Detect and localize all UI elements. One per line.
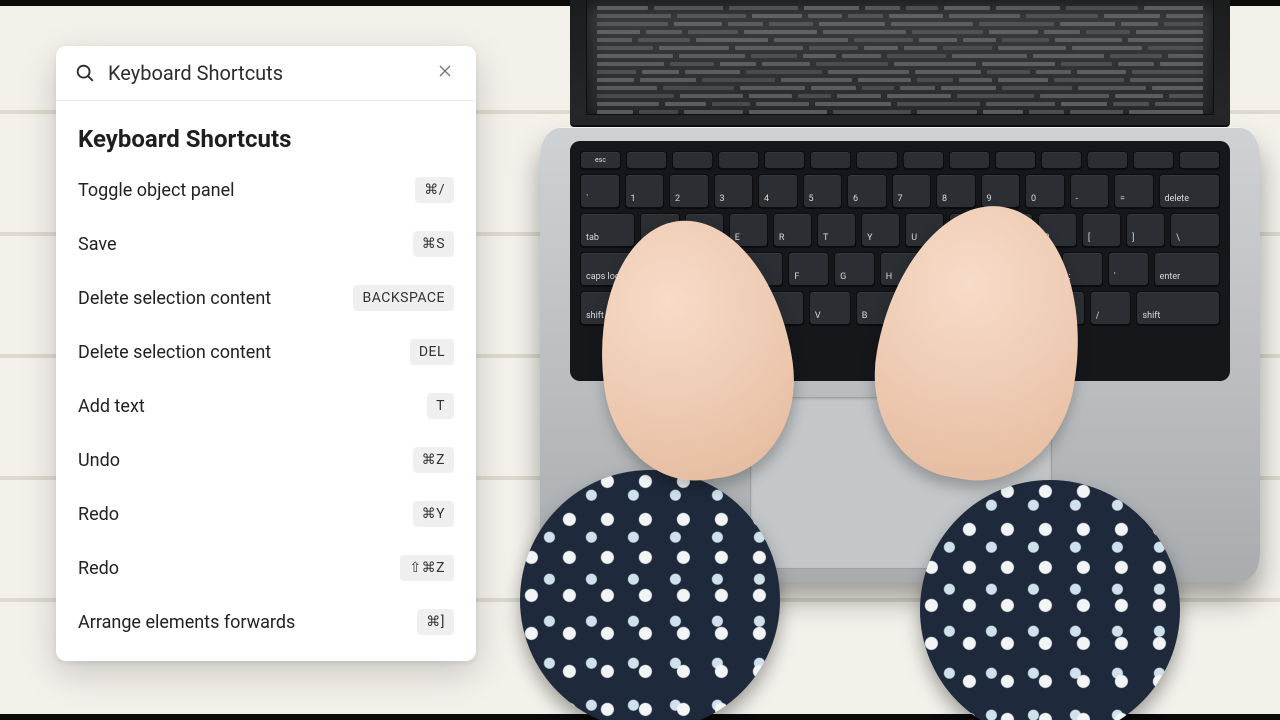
key: 7 <box>892 174 932 208</box>
key <box>626 151 667 169</box>
key: Y <box>861 213 900 247</box>
shortcut-row: Undo ⌘Z <box>78 433 454 487</box>
shortcut-label: Toggle object panel <box>78 180 235 201</box>
key: 1 <box>625 174 665 208</box>
shortcut-keys: BACKSPACE <box>353 285 454 311</box>
key: ' <box>1108 252 1149 286</box>
shortcut-row: Redo ⌘Y <box>78 487 454 541</box>
shortcut-label: Redo <box>78 558 119 579</box>
close-button[interactable] <box>432 60 458 86</box>
shortcut-keys: ⇧⌘Z <box>400 555 454 581</box>
key: ` <box>580 174 620 208</box>
key: T <box>817 213 856 247</box>
panel-header-title: Keyboard Shortcuts <box>108 61 420 85</box>
shortcut-keys: ⌘Z <box>413 447 454 473</box>
key: R <box>773 213 812 247</box>
shortcut-keys: DEL <box>410 339 454 365</box>
key <box>995 151 1036 169</box>
shortcut-row: Arrange elements forwards ⌘] <box>78 595 454 649</box>
panel-body: Keyboard Shortcuts Toggle object panel ⌘/… <box>56 101 476 661</box>
key <box>856 151 897 169</box>
key: 3 <box>714 174 754 208</box>
shortcut-row: Toggle object panel ⌘/ <box>78 163 454 217</box>
key: G <box>834 252 875 286</box>
laptop-screen <box>570 0 1230 127</box>
close-icon <box>437 63 453 83</box>
shortcut-row: Delete selection content DEL <box>78 325 454 379</box>
key: F <box>788 252 829 286</box>
key: 2 <box>669 174 709 208</box>
sleeve-left <box>520 470 780 720</box>
shortcut-label: Redo <box>78 504 119 525</box>
key <box>1087 151 1128 169</box>
shortcut-label: Arrange elements forwards <box>78 612 295 633</box>
panel-header: Keyboard Shortcuts <box>56 46 476 101</box>
stage: esc`1234567890-=deletetabQWERTYUIOP[]\ca… <box>0 0 1280 720</box>
key: 0 <box>1025 174 1065 208</box>
key: 8 <box>936 174 976 208</box>
shortcut-keys: ⌘S <box>413 231 454 257</box>
key: esc <box>580 151 621 169</box>
shortcut-row: Save ⌘S <box>78 217 454 271</box>
key <box>672 151 713 169</box>
shortcuts-list: Toggle object panel ⌘/ Save ⌘S Delete select… <box>78 163 454 649</box>
key <box>903 151 944 169</box>
section-title: Keyboard Shortcuts <box>78 125 454 153</box>
key <box>810 151 851 169</box>
key: delete <box>1159 174 1221 208</box>
key: \ <box>1170 213 1220 247</box>
key: / <box>1090 291 1132 325</box>
shortcut-keys: ⌘/ <box>415 177 454 203</box>
laptop-screen-content <box>586 0 1214 115</box>
shortcut-label: Undo <box>78 450 120 471</box>
shortcut-label: Delete selection content <box>78 288 271 309</box>
key <box>1041 151 1082 169</box>
key <box>764 151 805 169</box>
shortcuts-panel: Keyboard Shortcuts Keyboard Shortcuts To… <box>56 46 476 661</box>
shortcut-row: Delete selection content BACKSPACE <box>78 271 454 325</box>
search-icon <box>74 62 96 84</box>
key <box>1133 151 1174 169</box>
key <box>718 151 759 169</box>
key: 4 <box>758 174 798 208</box>
shortcut-row: Add text T <box>78 379 454 433</box>
key: tab <box>580 213 635 247</box>
key: 6 <box>847 174 887 208</box>
shortcut-row: Redo ⇧⌘Z <box>78 541 454 595</box>
key: - <box>1070 174 1110 208</box>
key: shift <box>1136 291 1220 325</box>
shortcut-keys: T <box>427 393 454 419</box>
shortcut-label: Add text <box>78 396 145 417</box>
key: [ <box>1082 213 1121 247</box>
shortcut-label: Delete selection content <box>78 342 271 363</box>
shortcut-keys: ⌘Y <box>413 501 454 527</box>
shortcut-keys: ⌘] <box>417 609 454 635</box>
key: V <box>809 291 851 325</box>
key <box>1179 151 1220 169</box>
key <box>949 151 990 169</box>
key: = <box>1114 174 1154 208</box>
key: 5 <box>803 174 843 208</box>
key: 9 <box>981 174 1021 208</box>
shortcut-label: Save <box>78 234 117 255</box>
key: enter <box>1154 252 1220 286</box>
key: ] <box>1126 213 1165 247</box>
